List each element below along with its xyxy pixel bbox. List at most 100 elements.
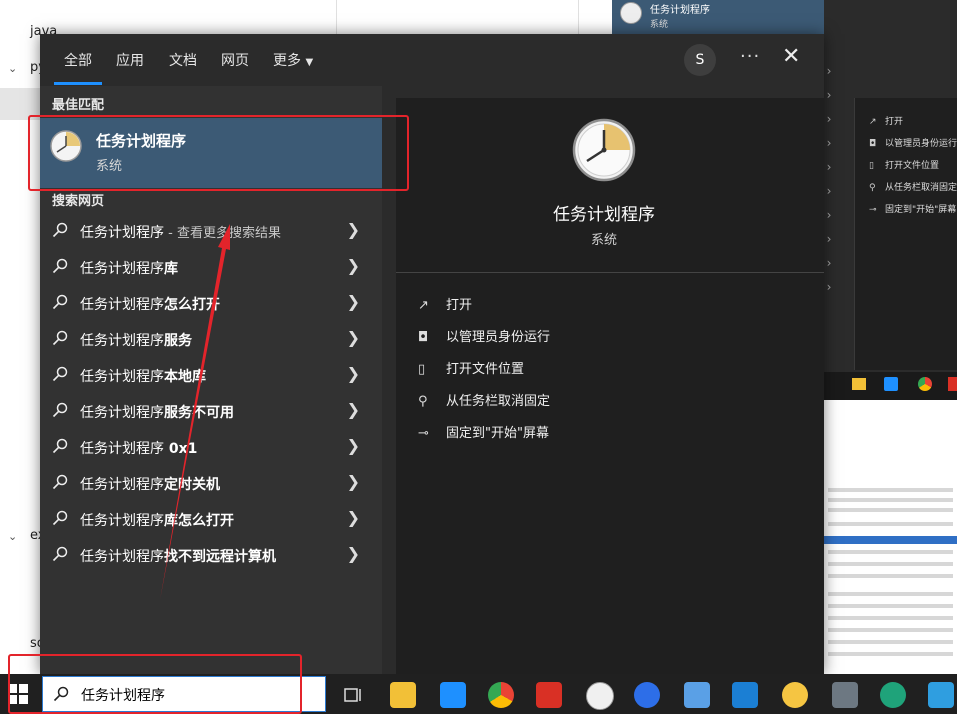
shield-icon: ◘ bbox=[418, 330, 429, 345]
close-icon[interactable]: ✕ bbox=[782, 44, 800, 69]
web-search-row[interactable]: 任务计划程序库 ❯ bbox=[40, 250, 382, 286]
folder-icon[interactable] bbox=[852, 378, 866, 390]
background-taskbar-strip bbox=[824, 372, 957, 400]
tab-apps[interactable]: 应用 bbox=[116, 50, 144, 70]
context-item[interactable]: ▯ 打开文件位置 bbox=[869, 158, 939, 171]
file-explorer-icon[interactable] bbox=[390, 682, 416, 708]
action-pin-to-start[interactable]: ⊸ 固定到"开始"屏幕 bbox=[418, 422, 549, 441]
search-icon bbox=[52, 330, 68, 346]
web-search-row[interactable]: 任务计划程序本地库 ❯ bbox=[40, 358, 382, 394]
chevron-right-icon[interactable]: › bbox=[824, 64, 834, 78]
divider bbox=[396, 272, 824, 273]
pin-icon: ⊸ bbox=[869, 205, 877, 215]
action-open-file-location[interactable]: ▯ 打开文件位置 bbox=[418, 358, 524, 377]
search-icon bbox=[52, 294, 68, 310]
background-selected-result[interactable]: 任务计划程序 系统 bbox=[612, 0, 846, 34]
action-run-as-admin[interactable]: ◘ 以管理员身份运行 bbox=[418, 326, 550, 345]
chevron-right-icon[interactable]: ❯ bbox=[347, 292, 360, 311]
web-search-text: 任务计划程序怎么打开 bbox=[80, 297, 220, 313]
result-subtitle: 系统 bbox=[650, 20, 669, 30]
action-unpin-from-taskbar[interactable]: ⚲ 从任务栏取消固定 bbox=[418, 390, 550, 409]
tab-more[interactable]: 更多 ▼ bbox=[273, 50, 313, 70]
calculator-icon[interactable] bbox=[832, 682, 858, 708]
chevron-right-icon[interactable]: › bbox=[824, 88, 834, 102]
tab-web[interactable]: 网页 bbox=[221, 50, 249, 70]
search-icon bbox=[52, 366, 68, 382]
chrome-icon[interactable] bbox=[488, 682, 514, 708]
background-context-menu: ↗ 打开 ◘ 以管理员身份运行 ▯ 打开文件位置 ⚲ 从任务栏取消固定 ⊸ 固定到"开始"… bbox=[854, 98, 957, 370]
web-search-row[interactable]: 任务计划程序找不到远程计算机 ❯ bbox=[40, 538, 382, 574]
context-item[interactable]: ◘ 以管理员身份运行 bbox=[869, 136, 957, 149]
chevron-right-icon[interactable]: › bbox=[824, 256, 834, 270]
annotation-box-search bbox=[8, 654, 302, 714]
chevron-right-icon[interactable]: › bbox=[824, 112, 834, 126]
chevron-right-icon[interactable]: ❯ bbox=[347, 364, 360, 383]
chrome-icon[interactable] bbox=[918, 377, 932, 391]
avatar[interactable]: S bbox=[684, 44, 716, 76]
chevron-right-icon[interactable]: › bbox=[824, 208, 834, 222]
web-search-heading: 搜索网页 bbox=[52, 194, 105, 209]
context-item[interactable]: ↗ 打开 bbox=[869, 114, 903, 127]
chevron-right-icon[interactable]: ❯ bbox=[347, 328, 360, 347]
context-item[interactable]: ⊸ 固定到"开始"屏幕 bbox=[869, 202, 956, 215]
more-options-icon[interactable]: ··· bbox=[740, 46, 760, 67]
pin-icon: ⊸ bbox=[418, 426, 429, 441]
chevron-right-icon[interactable]: ❯ bbox=[347, 544, 360, 563]
unpin-icon: ⚲ bbox=[418, 394, 428, 409]
chevron-right-icon[interactable]: › bbox=[824, 232, 834, 246]
search-icon bbox=[52, 402, 68, 418]
web-search-text: 任务计划程序 0x1 bbox=[80, 441, 198, 457]
chevron-right-icon[interactable]: › bbox=[824, 160, 834, 174]
search-icon bbox=[52, 546, 68, 562]
tree-expand-icon[interactable]: ⌄ bbox=[8, 62, 17, 75]
search-icon bbox=[52, 474, 68, 490]
web-search-row[interactable]: 任务计划程序定时关机 ❯ bbox=[40, 466, 382, 502]
open-icon: ↗ bbox=[869, 117, 877, 127]
chevron-right-icon[interactable]: › bbox=[824, 184, 834, 198]
context-item[interactable]: ⚲ 从任务栏取消固定 bbox=[869, 180, 957, 193]
web-search-row[interactable]: 任务计划程序怎么打开 ❯ bbox=[40, 286, 382, 322]
unpin-icon: ⚲ bbox=[869, 183, 876, 193]
pinned-app-icon[interactable] bbox=[440, 682, 466, 708]
caret-down-icon: ▼ bbox=[305, 57, 314, 68]
wps-icon[interactable] bbox=[948, 377, 957, 391]
vscode-icon[interactable] bbox=[732, 682, 758, 708]
annotation-box-best-match bbox=[28, 115, 409, 191]
filter-tabs: 全部 应用 文档 网页 更多 ▼ S ··· ✕ bbox=[40, 34, 824, 86]
pinned-app-icon[interactable] bbox=[884, 377, 898, 391]
web-search-row[interactable]: 任务计划程序服务 ❯ bbox=[40, 322, 382, 358]
web-search-row[interactable]: 任务计划程序 0x1 ❯ bbox=[40, 430, 382, 466]
chevron-right-icon[interactable]: ❯ bbox=[347, 220, 360, 239]
chevron-right-icon[interactable]: ❯ bbox=[347, 508, 360, 527]
open-icon: ↗ bbox=[418, 298, 429, 313]
remote-desktop-icon[interactable] bbox=[684, 682, 710, 708]
web-search-text: 任务计划程序库怎么打开 bbox=[80, 513, 234, 529]
tab-more-label: 更多 bbox=[273, 53, 301, 69]
task-scheduler-icon[interactable] bbox=[586, 682, 614, 710]
tree-expand-icon[interactable]: ⌄ bbox=[8, 530, 17, 543]
chevron-right-icon[interactable]: › bbox=[824, 136, 834, 150]
web-search-row[interactable]: 任务计划程序 - 查看更多搜索结果 ❯ bbox=[40, 214, 382, 250]
tab-all[interactable]: 全部 bbox=[64, 50, 92, 70]
chevron-right-icon[interactable]: ❯ bbox=[347, 472, 360, 491]
background-document bbox=[824, 400, 957, 674]
active-tab-indicator bbox=[54, 82, 102, 85]
qq-browser-icon[interactable] bbox=[634, 682, 660, 708]
chevron-right-icon[interactable]: › bbox=[824, 280, 834, 294]
web-search-row[interactable]: 任务计划程序库怎么打开 ❯ bbox=[40, 502, 382, 538]
chevron-right-icon[interactable]: ❯ bbox=[347, 400, 360, 419]
web-search-text: 任务计划程序定时关机 bbox=[80, 477, 220, 493]
search-icon bbox=[52, 222, 68, 238]
chevron-right-icon[interactable]: ❯ bbox=[347, 436, 360, 455]
action-open[interactable]: ↗ 打开 bbox=[418, 294, 472, 313]
chevron-right-icon[interactable]: ❯ bbox=[347, 256, 360, 275]
task-view-icon[interactable] bbox=[340, 682, 366, 708]
tab-documents[interactable]: 文档 bbox=[169, 50, 197, 70]
photos-icon[interactable] bbox=[928, 682, 954, 708]
web-search-row[interactable]: 任务计划程序服务不可用 ❯ bbox=[40, 394, 382, 430]
task-scheduler-clock-icon bbox=[572, 118, 636, 182]
paw-app-icon[interactable] bbox=[782, 682, 808, 708]
wps-icon[interactable] bbox=[536, 682, 562, 708]
best-match-heading: 最佳匹配 bbox=[52, 98, 105, 113]
edge-icon[interactable] bbox=[880, 682, 906, 708]
